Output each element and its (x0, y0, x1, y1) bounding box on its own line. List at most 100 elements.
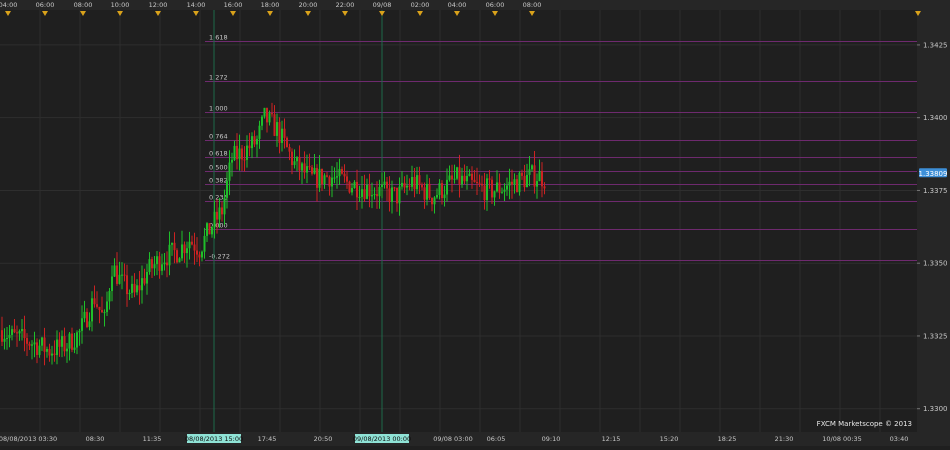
candle-body (356, 181, 358, 198)
chart-container: 1.618 1.272 1.000 0.764 0.618 0.500 0.382 0.236… (0, 0, 950, 446)
candle-body (426, 183, 428, 200)
candle-body (133, 283, 136, 293)
candle-body (153, 264, 156, 269)
candle-body (416, 175, 418, 190)
candle-body (523, 175, 526, 188)
top-time-label: 06:00 (36, 1, 55, 9)
bottom-time-label: 12:15 (602, 435, 621, 443)
candle-body (43, 337, 46, 352)
top-time-label: 12:00 (149, 1, 168, 9)
candle-body (91, 298, 93, 322)
candle-body (311, 167, 313, 174)
candle-body (268, 113, 271, 123)
top-time-label: 18:00 (261, 1, 280, 9)
candle-body (301, 163, 303, 171)
candle-body (48, 349, 51, 356)
candle-body (63, 336, 66, 352)
candle-body (458, 167, 461, 185)
candle-body (136, 285, 138, 293)
candle-body (483, 185, 486, 201)
candle-body (303, 163, 306, 173)
candle-body (358, 196, 361, 198)
candle-body (506, 185, 508, 190)
candle-body (103, 312, 106, 314)
candle-body (36, 342, 38, 355)
candle-body (283, 128, 286, 138)
candle-body (151, 259, 153, 269)
bottom-time-label: 21:30 (775, 435, 794, 443)
candle-body (266, 107, 268, 123)
candle-body (496, 182, 498, 192)
bottom-time-label: 11:35 (143, 435, 162, 443)
candle-body (378, 187, 381, 197)
candle-body (296, 156, 298, 162)
candle-body (273, 114, 276, 136)
candle-body (338, 169, 341, 177)
candle-body (443, 194, 446, 199)
candle-body (398, 186, 401, 204)
price-tick-label: 1.3350 (923, 260, 948, 268)
bottom-time-label: 09/08 03:00 (433, 435, 473, 443)
candle-body (83, 311, 86, 319)
candle-body (106, 301, 108, 313)
candle-body (51, 353, 53, 356)
candle-body (11, 329, 13, 335)
candle-body (178, 258, 181, 263)
price-tick-label: 1.3375 (923, 187, 948, 195)
candle-body (498, 182, 501, 193)
candle-body (1, 330, 3, 342)
candle-body (393, 187, 396, 189)
candle-body (53, 353, 56, 356)
candle-body (341, 169, 343, 174)
fib-level-label: 1.272 (209, 74, 228, 82)
candle-body (541, 171, 543, 187)
candle-body (418, 175, 421, 185)
candle-body (3, 338, 6, 342)
candle-body (223, 197, 226, 215)
candle-body (193, 244, 196, 251)
candle-body (276, 122, 278, 136)
candle-body (146, 271, 148, 284)
candle-body (271, 113, 273, 115)
candle-body (513, 179, 516, 185)
candle-body (316, 167, 318, 188)
top-time-label: 06:00 (486, 1, 505, 9)
candle-body (173, 242, 176, 251)
last-price-tag[interactable]: 1.33809 (919, 168, 948, 178)
candle-body (503, 189, 506, 192)
candle-body (208, 223, 211, 235)
candle-body (226, 180, 228, 198)
candle-body (23, 329, 26, 339)
candle-body (371, 195, 373, 197)
candle-body (488, 178, 491, 180)
candle-body (448, 175, 451, 180)
candle-body (131, 283, 133, 293)
price-tick-label: 1.3425 (923, 41, 948, 49)
candle-body (231, 159, 233, 163)
candle-body (528, 169, 531, 175)
candle-body (476, 181, 478, 183)
candle-body (396, 187, 398, 204)
candle-body (413, 176, 416, 190)
candle-body (531, 165, 533, 170)
candle-body (158, 256, 161, 271)
price-chart[interactable]: 1.6181.2721.0000.7640.6180.5000.3820.236… (0, 0, 950, 446)
candle-body (138, 285, 141, 291)
bottom-time-label: 10/08 00:35 (822, 435, 862, 443)
candle-body (128, 292, 131, 295)
candle-body (86, 311, 88, 327)
candle-body (141, 278, 143, 291)
candle-body (143, 278, 146, 284)
candle-body (96, 304, 98, 307)
candle-body (38, 345, 41, 355)
candle-body (98, 306, 101, 311)
fib-level-label: -0.272 (209, 253, 230, 261)
candle-body (236, 145, 238, 160)
top-time-label: 22:00 (336, 1, 355, 9)
candle-body (13, 329, 16, 333)
candle-body (491, 179, 493, 198)
candle-body (446, 179, 448, 195)
candle-body (441, 183, 443, 199)
candle-body (171, 242, 173, 245)
candle-body (201, 251, 203, 258)
